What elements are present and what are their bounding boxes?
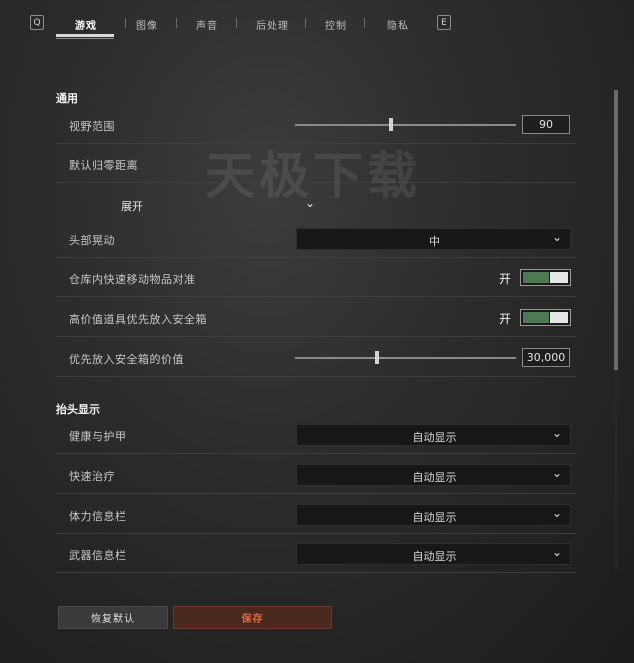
priority-value-label: 优先放入安全箱的价值 bbox=[69, 353, 184, 366]
setting-row-health-armor: 健康与护甲 自动显示 ⌄ bbox=[56, 416, 576, 454]
settings-tab-bar: Q 游戏 图像 声音 后处理 控制 隐私 E bbox=[0, 0, 634, 42]
next-tab-key-hint[interactable]: E bbox=[437, 15, 451, 30]
toggle-thumb bbox=[550, 272, 568, 283]
quick-heal-label: 快速治疗 bbox=[69, 470, 115, 483]
high-value-state: 开 bbox=[499, 312, 512, 326]
active-tab-indicator-line bbox=[56, 38, 114, 39]
stamina-bar-label: 体力信息栏 bbox=[69, 510, 127, 523]
quick-heal-dropdown[interactable]: 自动显示 ⌄ bbox=[296, 464, 571, 486]
section-title-hud: 抬头显示 bbox=[56, 403, 100, 416]
active-tab-indicator bbox=[56, 34, 114, 37]
head-bob-label: 头部晃动 bbox=[69, 234, 115, 247]
reset-defaults-button[interactable]: 恢复默认 bbox=[58, 606, 168, 629]
setting-row-stamina-bar: 体力信息栏 自动显示 ⌄ bbox=[56, 496, 576, 534]
tab-controls[interactable]: 控制 bbox=[325, 17, 347, 32]
health-armor-dropdown[interactable]: 自动显示 ⌄ bbox=[296, 424, 571, 446]
priority-value-slider[interactable] bbox=[295, 357, 516, 359]
quick-heal-value: 自动显示 bbox=[412, 471, 457, 484]
weapon-bar-dropdown[interactable]: 自动显示 ⌄ bbox=[296, 543, 571, 565]
chevron-down-icon: ⌄ bbox=[551, 545, 562, 559]
prev-tab-key-hint[interactable]: Q bbox=[30, 15, 44, 30]
health-armor-label: 健康与护甲 bbox=[69, 430, 127, 443]
tab-privacy[interactable]: 隐私 bbox=[387, 17, 409, 32]
tab-separator bbox=[236, 18, 237, 28]
toggle-fill bbox=[523, 272, 549, 283]
watermark-text: 天极下载 bbox=[205, 147, 421, 205]
fov-label: 视野范围 bbox=[69, 120, 115, 133]
tab-post-processing[interactable]: 后处理 bbox=[256, 17, 289, 32]
quick-move-state: 开 bbox=[499, 272, 512, 286]
setting-row-weapon-bar: 武器信息栏 自动显示 ⌄ bbox=[56, 535, 576, 573]
chevron-down-icon: ⌄ bbox=[551, 506, 562, 520]
tab-separator bbox=[176, 18, 177, 28]
chevron-down-icon: ⌄ bbox=[551, 426, 562, 440]
quick-move-label: 仓库内快速移动物品对准 bbox=[69, 273, 196, 286]
toggle-thumb bbox=[550, 312, 568, 323]
chevron-down-icon: ⌄ bbox=[551, 230, 562, 244]
weapon-bar-value: 自动显示 bbox=[412, 550, 457, 563]
priority-value-slider-handle[interactable] bbox=[375, 351, 379, 364]
setting-row-high-value: 高价值道具优先放入安全箱 开 bbox=[56, 299, 576, 337]
weapon-bar-label: 武器信息栏 bbox=[69, 549, 127, 562]
setting-row-head-bob: 头部晃动 中 ⌄ bbox=[56, 220, 576, 258]
scrollbar-thumb[interactable] bbox=[614, 90, 618, 370]
stamina-bar-dropdown[interactable]: 自动显示 ⌄ bbox=[296, 504, 571, 526]
tab-graphics[interactable]: 图像 bbox=[136, 17, 158, 32]
setting-row-quick-move: 仓库内快速移动物品对准 开 bbox=[56, 259, 576, 297]
priority-value-input[interactable]: 30,000 bbox=[522, 348, 570, 367]
save-button[interactable]: 保存 bbox=[173, 606, 332, 629]
fov-value-input[interactable]: 90 bbox=[522, 115, 570, 134]
tab-audio[interactable]: 声音 bbox=[196, 17, 218, 32]
fov-slider[interactable] bbox=[295, 124, 516, 126]
tab-separator bbox=[125, 18, 126, 28]
tab-separator bbox=[364, 18, 365, 28]
health-armor-value: 自动显示 bbox=[412, 431, 457, 444]
head-bob-value: 中 bbox=[429, 235, 440, 248]
fov-slider-handle[interactable] bbox=[389, 118, 393, 131]
tab-separator bbox=[305, 18, 306, 28]
chevron-down-icon: ⌄ bbox=[551, 466, 562, 480]
zeroing-expand-label[interactable]: 展开 bbox=[121, 198, 143, 214]
head-bob-dropdown[interactable]: 中 ⌄ bbox=[296, 228, 571, 250]
setting-row-quick-heal: 快速治疗 自动显示 ⌄ bbox=[56, 456, 576, 494]
toggle-fill bbox=[523, 312, 549, 323]
zeroing-label: 默认归零距离 bbox=[69, 159, 138, 172]
setting-row-priority-value: 优先放入安全箱的价值 30,000 bbox=[56, 339, 576, 377]
section-title-general: 通用 bbox=[56, 92, 78, 105]
quick-move-toggle[interactable] bbox=[520, 269, 571, 286]
tab-game[interactable]: 游戏 bbox=[75, 17, 97, 32]
stamina-bar-value: 自动显示 bbox=[412, 511, 457, 524]
high-value-toggle[interactable] bbox=[520, 309, 571, 326]
high-value-label: 高价值道具优先放入安全箱 bbox=[69, 313, 207, 326]
